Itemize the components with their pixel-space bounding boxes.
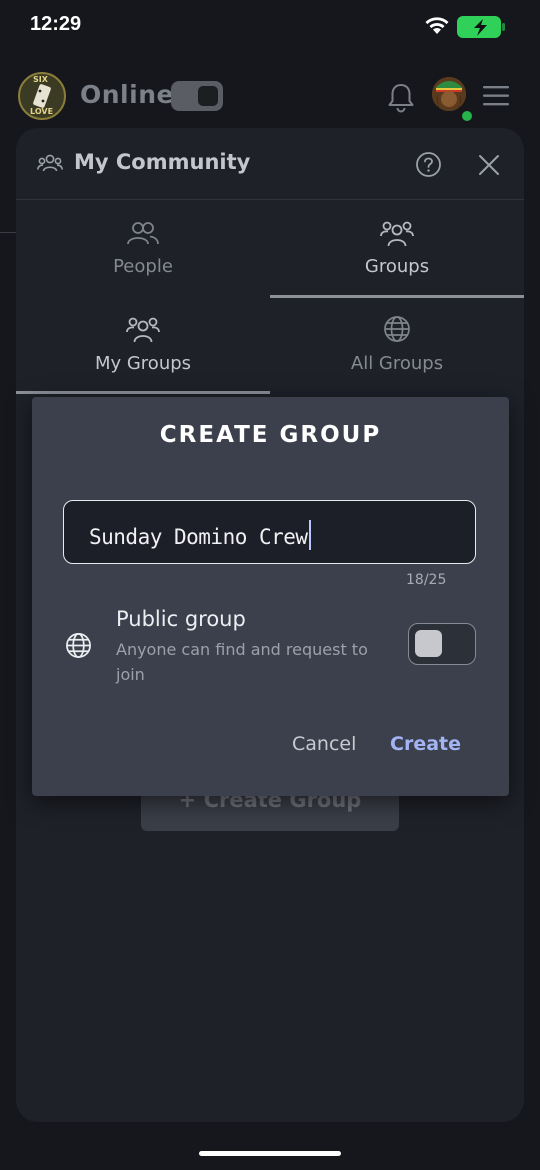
public-group-title: Public group [116, 607, 246, 631]
character-counter: 18/25 [406, 572, 447, 588]
panel-title: My Community [74, 150, 251, 174]
text-caret [308, 520, 311, 550]
online-toggle-knob [198, 86, 218, 106]
tab-my-groups-label: My Groups [94, 353, 192, 374]
app-logo[interactable]: SIX LOVE [18, 72, 66, 120]
online-toggle[interactable] [171, 81, 223, 111]
create-group-dialog: CREATE GROUP Sunday Domino Crew 18/25 Pu… [32, 397, 509, 796]
dialog-title: CREATE GROUP [159, 422, 382, 448]
tab-groups[interactable]: Groups [270, 200, 524, 296]
people-icon [127, 222, 159, 245]
groups-icon [380, 221, 414, 247]
online-status-dot [460, 109, 474, 123]
bell-icon[interactable] [386, 81, 416, 113]
tab-my-groups[interactable]: My Groups [16, 298, 270, 392]
home-indicator [199, 1151, 341, 1156]
close-icon[interactable] [478, 154, 500, 176]
tab-groups-label: Groups [364, 256, 430, 277]
status-time: 12:29 [30, 13, 82, 35]
globe-icon [384, 316, 410, 342]
group-name-text: Sunday Domino Crew [89, 525, 308, 549]
cancel-button[interactable]: Cancel [292, 733, 356, 755]
tab-people-label: People [113, 256, 173, 277]
community-icon [37, 154, 63, 172]
help-icon[interactable] [415, 151, 442, 178]
create-button[interactable]: Create [390, 733, 461, 755]
public-group-description: Anyone can find and request to join [116, 640, 368, 684]
public-toggle-knob [415, 630, 442, 657]
tab-all-groups-label: All Groups [350, 353, 444, 374]
group-name-value: Sunday Domino Crew [89, 520, 311, 550]
battery-icon [457, 16, 505, 38]
logo-text-top: SIX [33, 75, 48, 84]
logo-text-bottom: LOVE [30, 107, 54, 116]
group-name-input[interactable]: Sunday Domino Crew [63, 500, 476, 564]
tab-all-groups[interactable]: All Groups [270, 298, 524, 392]
user-avatar[interactable] [432, 77, 466, 111]
tab-my-groups-underline [16, 391, 270, 394]
online-label: Online [80, 80, 174, 109]
tab-people[interactable]: People [16, 200, 270, 296]
public-group-toggle[interactable] [408, 623, 476, 665]
my-groups-icon [126, 317, 160, 343]
backdrop-divider [0, 232, 16, 233]
hamburger-menu-icon[interactable] [482, 84, 510, 108]
public-globe-icon [66, 633, 91, 658]
wifi-icon [425, 17, 449, 34]
avatar-face-icon [432, 77, 466, 111]
